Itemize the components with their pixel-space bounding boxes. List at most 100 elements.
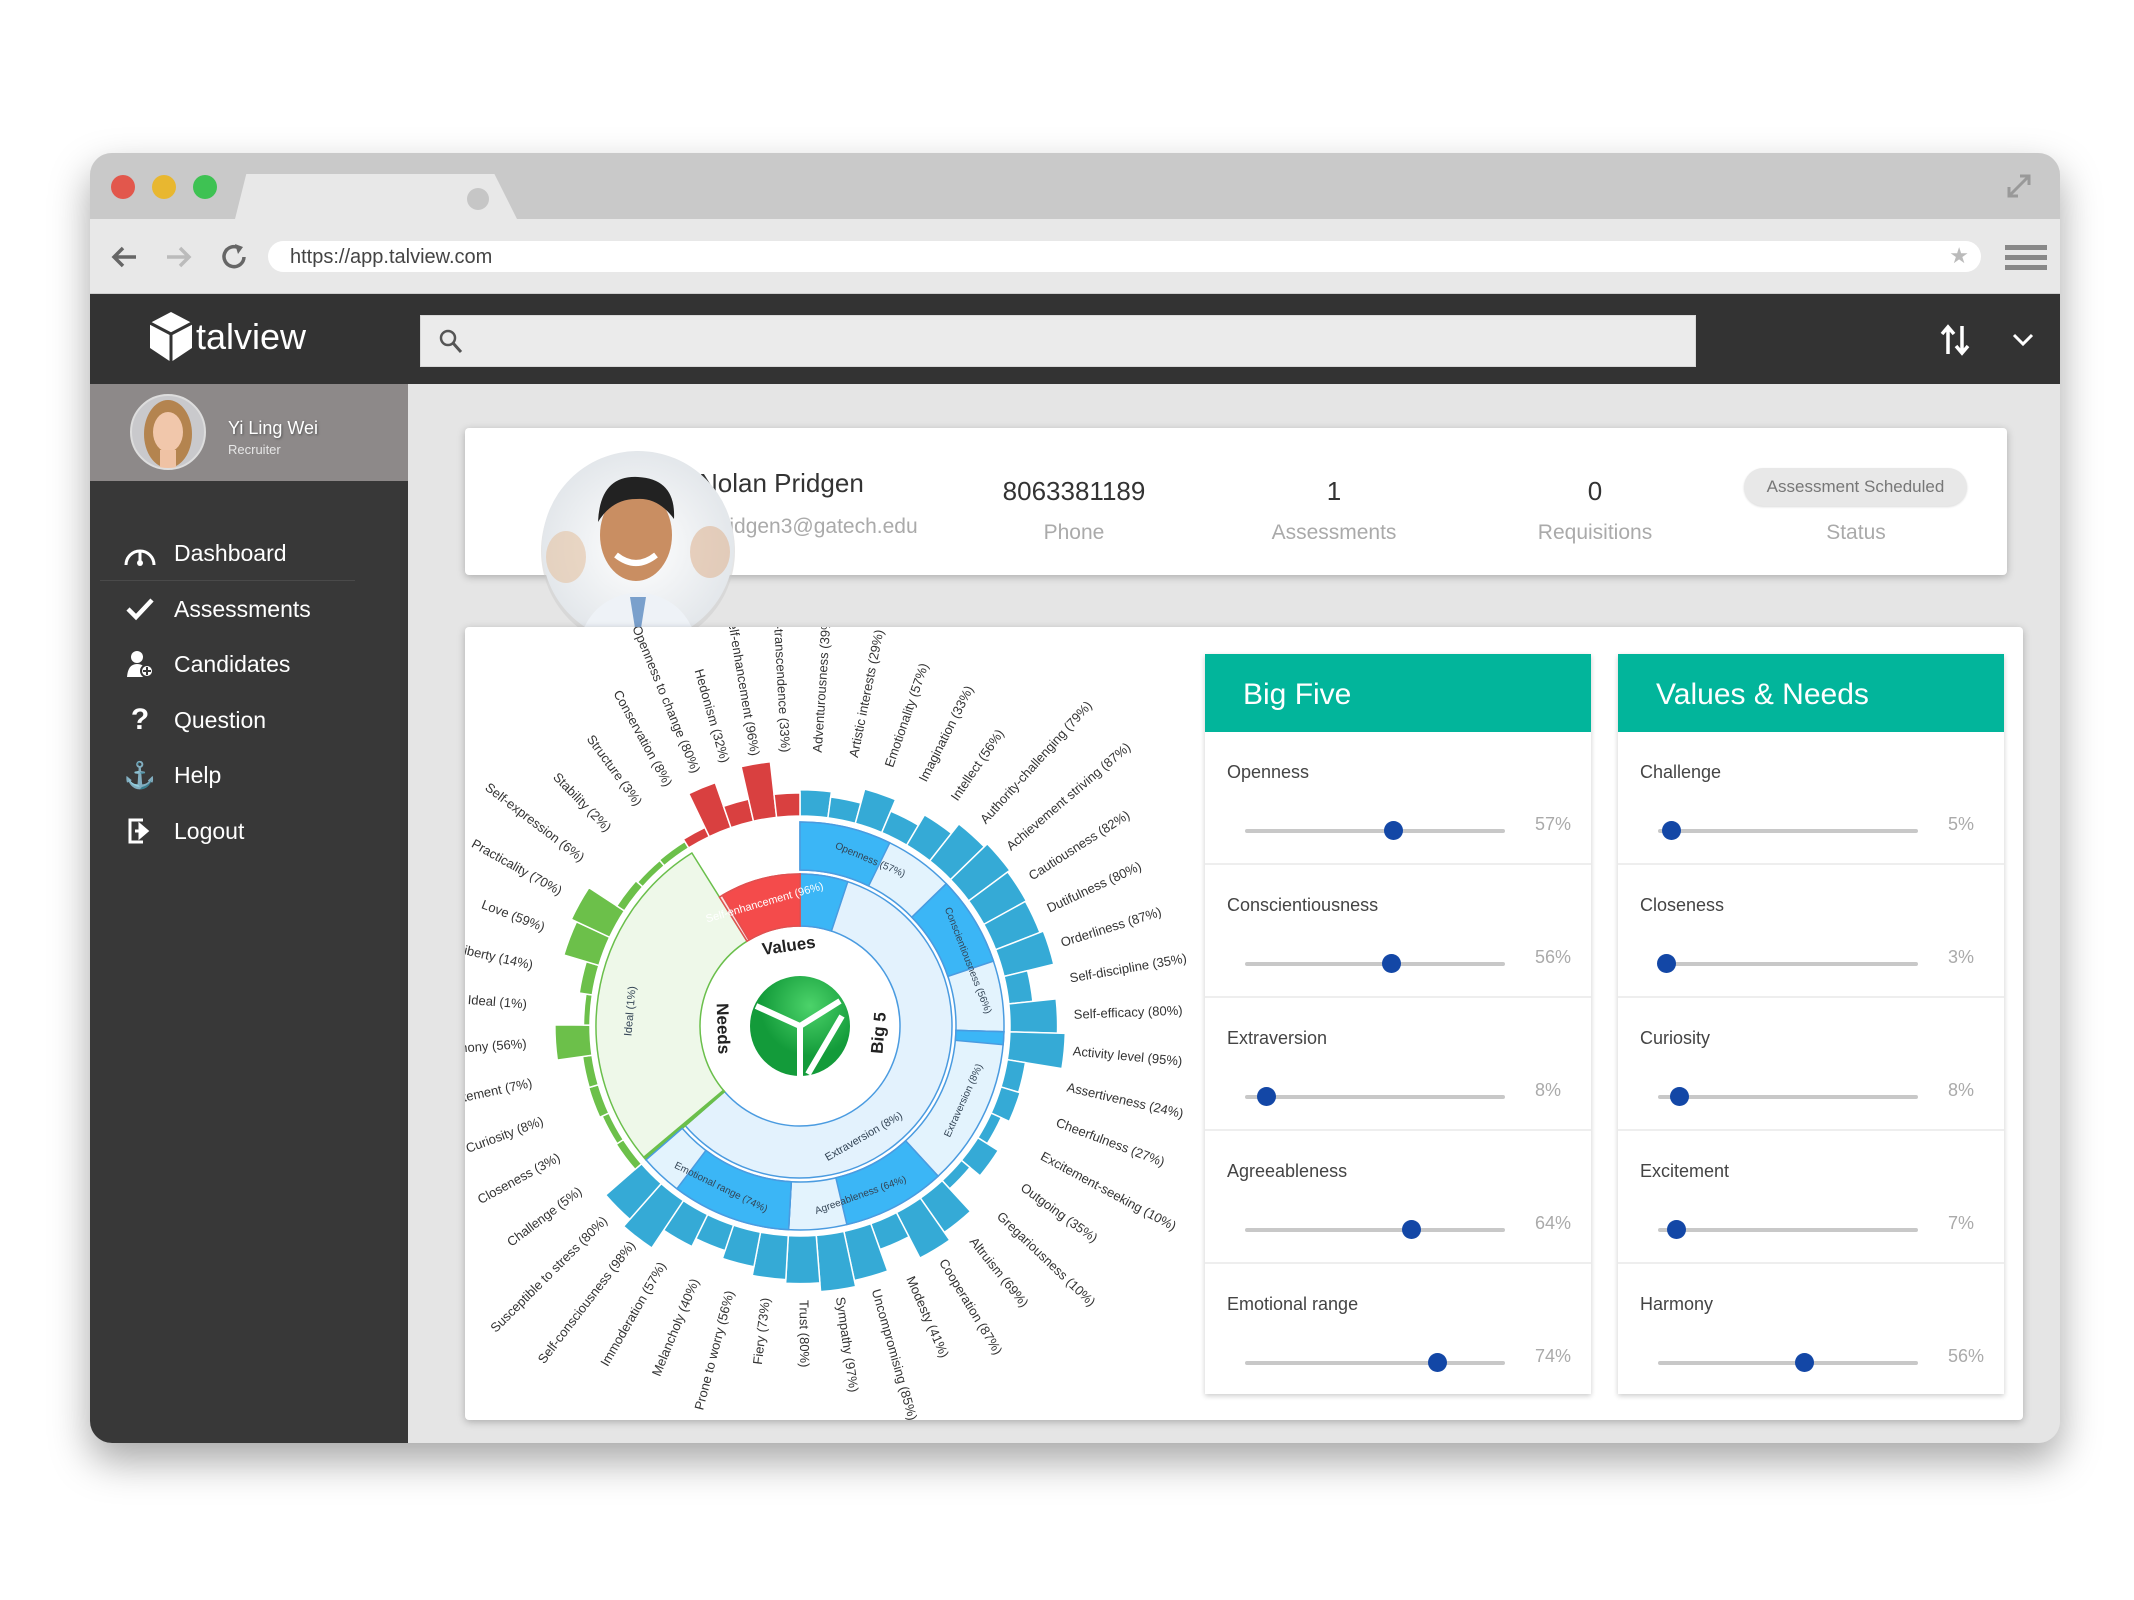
user-profile[interactable]: Yi Ling Wei Recruiter xyxy=(90,384,408,481)
facet-label: Modesty (41%) xyxy=(903,1274,952,1360)
back-arrow-icon[interactable] xyxy=(110,243,138,271)
trait-value: 3% xyxy=(1948,947,1975,967)
trait-slider[interactable] xyxy=(1245,821,1505,840)
facet-label: Assertiveness (24%) xyxy=(1065,1080,1185,1122)
facet-label: Structure (3%) xyxy=(584,732,646,809)
trait-slider[interactable] xyxy=(1245,1220,1505,1239)
reload-icon[interactable] xyxy=(218,241,250,273)
divider xyxy=(100,580,355,581)
trait-value: 5% xyxy=(1948,814,1975,834)
values-needs-panel[interactable]: Values & Needs Challenge 5% Closeness 3% C… xyxy=(1618,654,2004,1394)
slider-handle[interactable] xyxy=(1384,821,1404,840)
sidebar-item-assessments[interactable]: Assessments xyxy=(120,584,370,634)
search-input[interactable] xyxy=(420,315,1696,367)
slider-handle[interactable] xyxy=(1428,1353,1448,1372)
facet-bar xyxy=(784,1234,821,1285)
sidebar-item-label: Dashboard xyxy=(174,539,287,566)
facet-label: Dutifulness (80%) xyxy=(1044,858,1143,915)
bookmark-star-icon[interactable]: ★ xyxy=(1949,243,1969,269)
slider-handle[interactable] xyxy=(1381,954,1401,973)
facet-bar xyxy=(1008,998,1059,1034)
minimize-window-button[interactable] xyxy=(152,175,176,199)
trait-value: 56% xyxy=(1535,947,1572,967)
assessments-label: Assessments xyxy=(1271,521,1397,544)
trait-slider[interactable] xyxy=(1658,1353,1918,1372)
facet-bar xyxy=(578,960,600,996)
tab-close-icon[interactable] xyxy=(467,188,489,210)
sidebar-item-question[interactable]: ? Question xyxy=(120,695,370,745)
trait-label: Emotional range xyxy=(1227,1294,1359,1314)
facet-label: Adventurousness (39%) xyxy=(810,627,834,753)
trait-slider[interactable] xyxy=(1245,1353,1505,1372)
trait-label: Conscientiousness xyxy=(1227,895,1379,915)
sort-icon[interactable] xyxy=(1940,324,1970,356)
trait-row: Agreeableness 64% xyxy=(1205,1131,1591,1264)
slider-handle[interactable] xyxy=(1667,1220,1687,1239)
trait-row: Curiosity 8% xyxy=(1618,998,2004,1131)
facet-label: Closeness (3%) xyxy=(475,1150,563,1207)
trait-slider[interactable] xyxy=(1658,1220,1918,1239)
gauge-icon xyxy=(120,539,160,567)
facet-label: Openness to change (80%) xyxy=(629,627,703,775)
hamburger-menu-icon[interactable] xyxy=(2005,243,2047,273)
app-header: talview xyxy=(90,294,2060,384)
sidebar-item-candidates[interactable]: Candidates xyxy=(120,639,370,689)
trait-row: Excitement 7% xyxy=(1618,1131,2004,1264)
trait-slider[interactable] xyxy=(1658,1087,1918,1106)
tab-bar xyxy=(90,153,2060,219)
assessments-count: 1 xyxy=(1326,476,1342,506)
url-bar[interactable]: https://app.talview.com ★ xyxy=(268,241,1981,272)
trait-value: 7% xyxy=(1948,1213,1975,1233)
main-content: Nolan Pridgen npridgen3@gatech.edu 80633… xyxy=(408,384,2060,1443)
facet-label: Uncompromising (85%) xyxy=(869,1287,921,1420)
sidebar: Yi Ling Wei Recruiter Dashboard Assessme… xyxy=(90,384,408,1443)
trait-row: Extraversion 8% xyxy=(1205,998,1591,1131)
trait-slider[interactable] xyxy=(1656,954,1918,973)
anchor-icon: ⚓ xyxy=(123,759,157,790)
maximize-window-button[interactable] xyxy=(193,175,217,199)
trait-value: 8% xyxy=(1535,1080,1562,1100)
sidebar-item-label: Assessments xyxy=(174,595,311,622)
facet-bar xyxy=(799,788,833,819)
url-text: https://app.talview.com xyxy=(290,246,493,268)
sidebar-item-label: Question xyxy=(174,706,267,733)
facet-label: Practicality (70%) xyxy=(469,836,565,898)
expand-icon[interactable] xyxy=(2006,173,2032,199)
trait-value: 8% xyxy=(1948,1080,1975,1100)
slider-handle[interactable] xyxy=(1669,1087,1689,1106)
status-label: Status xyxy=(1826,521,1886,544)
sidebar-item-logout[interactable]: Logout xyxy=(120,806,370,856)
sidebar-item-help[interactable]: ⚓ Help xyxy=(120,750,370,800)
facet-label: Excitement (7%) xyxy=(465,1075,533,1110)
facet-label: Susceptible to stress (80%) xyxy=(487,1213,610,1335)
facet-label: Hedonism (32%) xyxy=(692,667,733,764)
status-badge: Assessment Scheduled xyxy=(1744,468,1967,506)
trait-label: Agreeableness xyxy=(1227,1161,1348,1181)
user-role: Recruiter xyxy=(228,442,281,457)
talview-logo[interactable]: talview xyxy=(148,310,306,364)
forward-arrow-icon[interactable] xyxy=(165,243,193,271)
big5-label: Big 5 xyxy=(867,1011,890,1054)
requisitions-count: 0 xyxy=(1587,476,1603,506)
facet-label: Prone to worry (56%) xyxy=(691,1289,737,1412)
slider-handle[interactable] xyxy=(1656,954,1676,973)
close-window-button[interactable] xyxy=(111,175,135,199)
facet-label: Harmony (56%) xyxy=(465,1036,527,1057)
slider-handle[interactable] xyxy=(1402,1220,1422,1239)
facet-label: Sympathy (97%) xyxy=(833,1296,862,1393)
facet-bar xyxy=(582,993,594,1026)
chevron-down-icon[interactable] xyxy=(2012,332,2034,348)
slider-handle[interactable] xyxy=(1256,1087,1276,1106)
facet-label: Love (59%) xyxy=(480,897,547,935)
trait-row: Openness 57% xyxy=(1205,732,1591,865)
slider-handle[interactable] xyxy=(1794,1353,1814,1372)
values-label: Values xyxy=(761,933,817,959)
slider-handle[interactable] xyxy=(1662,821,1681,840)
trait-slider[interactable] xyxy=(1245,1087,1505,1106)
trait-slider[interactable] xyxy=(1658,821,1918,840)
trait-slider[interactable] xyxy=(1245,954,1505,973)
sidebar-item-dashboard[interactable]: Dashboard xyxy=(120,528,370,578)
facet-label: Authority-challenging (79%) xyxy=(977,698,1095,827)
sidebar-item-label: Help xyxy=(174,761,222,788)
big-five-title: Big Five xyxy=(1205,654,1591,732)
